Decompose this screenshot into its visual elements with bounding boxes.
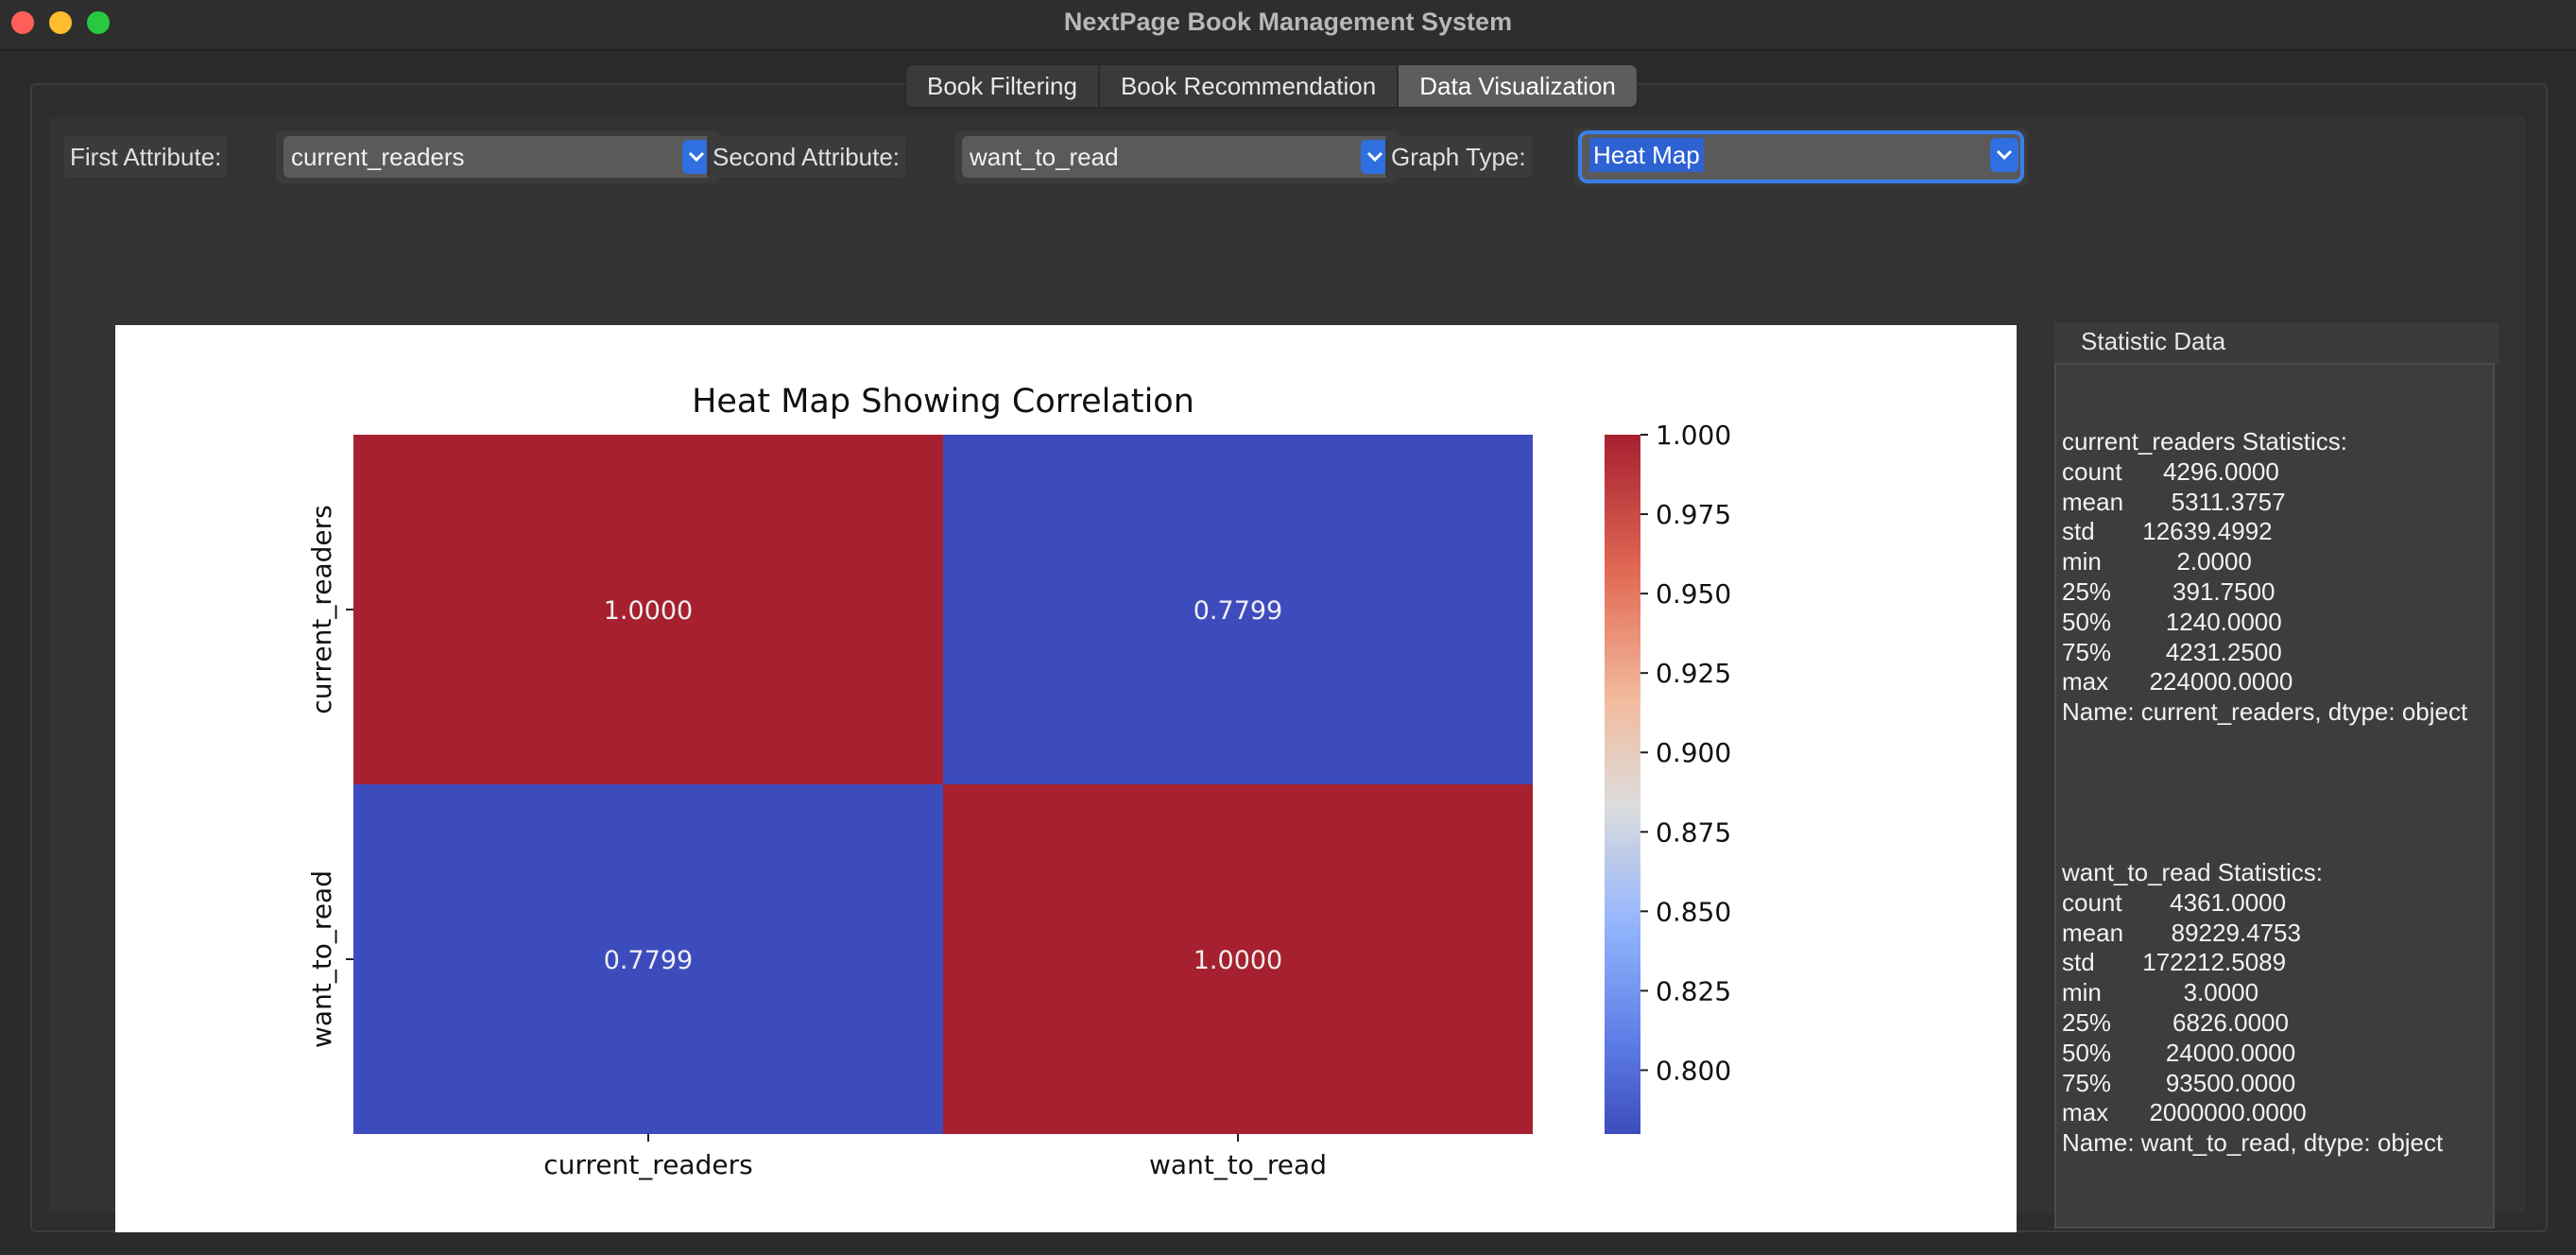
window-title: NextPage Book Management System: [1063, 8, 1513, 36]
tab-book-recommendation[interactable]: Book Recommendation: [1100, 65, 1400, 107]
colorbar-tick-label: 0.950: [1656, 578, 1731, 610]
second-attribute-select[interactable]: want_to_read: [962, 136, 1391, 178]
second-attribute-label: Second Attribute:: [707, 136, 906, 178]
current-readers-stats: current_readers Statistics: count 4296.0…: [2062, 427, 2468, 727]
graph-type-container: Heat Map: [1574, 129, 2028, 185]
colorbar-tick-label: 0.825: [1656, 975, 1731, 1006]
second-attribute-container: want_to_read: [954, 130, 1399, 183]
heatmap-cell-label: 0.7799: [1194, 596, 1282, 626]
tab-bar: Book Filtering Book Recommendation Data …: [905, 64, 1638, 108]
data-visualization-panel: First Attribute: current_readers Second …: [49, 117, 2525, 1232]
second-attribute-value: want_to_read: [970, 143, 1119, 171]
heatmap-cell-label: 1.0000: [604, 596, 693, 626]
colorbar-tick-label: 0.975: [1656, 499, 1731, 530]
heatmap-cell-label: 1.0000: [1194, 946, 1282, 975]
colorbar-tick-label: 0.900: [1656, 737, 1731, 768]
heatmap-chart: Heat Map Showing Correlation 1.0000 0.779…: [306, 383, 1731, 1180]
graph-type-label: Graph Type:: [1385, 136, 1532, 178]
first-attribute-label: First Attribute:: [64, 136, 228, 178]
heatmap-cell-label: 0.7799: [604, 946, 693, 975]
colorbar-tick-label: 1.000: [1656, 420, 1731, 451]
colorbar-tick-label: 0.875: [1656, 817, 1731, 848]
graph-type-value: Heat Map: [1589, 138, 1704, 172]
want-to-read-stats: want_to_read Statistics: count 4361.0000…: [2062, 858, 2444, 1158]
chevron-down-icon[interactable]: [1990, 138, 2018, 172]
tab-data-visualization[interactable]: Data Visualization: [1399, 65, 1637, 107]
colorbar-tick-label: 0.800: [1656, 1055, 1731, 1086]
y-tick-label: want_to_read: [306, 870, 337, 1048]
first-attribute-container: current_readers: [276, 130, 720, 183]
first-attribute-select[interactable]: current_readers: [283, 136, 713, 178]
chart-title: Heat Map Showing Correlation: [692, 383, 1194, 421]
statistic-data-textarea[interactable]: current_readers Statistics: count 4296.0…: [2054, 363, 2495, 1229]
colorbar: [1605, 435, 1640, 1134]
colorbar-tick-label: 0.850: [1656, 896, 1731, 927]
tab-book-filtering[interactable]: Book Filtering: [906, 65, 1100, 107]
graph-type-select[interactable]: Heat Map: [1582, 134, 2020, 180]
first-attribute-value: current_readers: [291, 143, 465, 171]
y-tick-label: current_readers: [306, 505, 337, 713]
x-tick-label: current_readers: [543, 1149, 752, 1180]
plot-canvas: Heat Map Showing Correlation 1.0000 0.779…: [115, 325, 2017, 1232]
statistic-data-header: Statistic Data: [2054, 323, 2499, 363]
x-tick-label: want_to_read: [1149, 1149, 1327, 1180]
title-bar: NextPage Book Management System: [0, 0, 2576, 51]
statistic-data-group: Statistic Data current_readers Statistic…: [2054, 323, 2499, 1230]
statistic-data-title: Statistic Data: [2081, 327, 2226, 355]
colorbar-tick-label: 0.925: [1656, 658, 1731, 689]
